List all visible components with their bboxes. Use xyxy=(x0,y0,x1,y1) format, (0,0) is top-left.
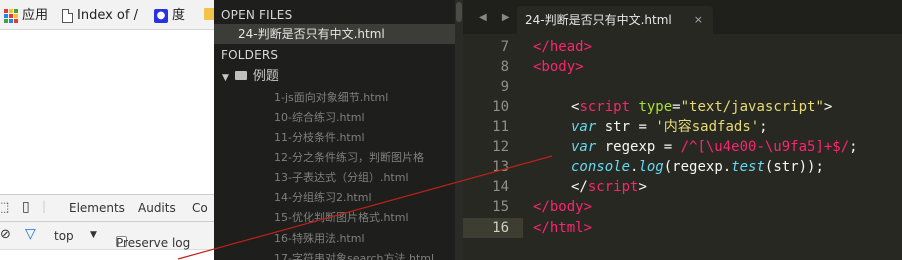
line-number: 15 xyxy=(492,199,509,215)
bookmark-index-label: Index of / xyxy=(77,8,138,23)
code-token: script xyxy=(587,179,639,195)
code-token: script xyxy=(579,99,631,115)
bookmark-folder-icon[interactable] xyxy=(204,8,214,20)
code-line: </body> xyxy=(533,197,592,217)
line-number: 8 xyxy=(500,59,509,75)
triangle-down-icon: ▼ xyxy=(222,73,229,83)
filter-icon[interactable]: ▽ xyxy=(25,226,36,242)
apps-grid-icon xyxy=(4,8,18,23)
code-token: </html> xyxy=(533,220,593,236)
line-number: 14 xyxy=(492,179,509,195)
file-item[interactable]: 1-js面向对象细节.html xyxy=(274,89,463,105)
code-token: ; xyxy=(759,119,768,135)
line-number: 7 xyxy=(500,39,509,55)
console-toolbar: ⊘ ▽ top ▼ Preserve log xyxy=(0,222,214,250)
close-icon[interactable]: × xyxy=(694,6,703,34)
code-token: type xyxy=(638,99,673,115)
bookmark-apps-label: 应用 xyxy=(22,8,49,23)
code-token: <body> xyxy=(533,59,584,75)
file-item[interactable]: 11-分枝条件.html xyxy=(274,129,463,145)
code-token: regexp = xyxy=(596,139,681,155)
line-number: 9 xyxy=(500,79,509,95)
code-token: (regexp. xyxy=(663,159,732,175)
code-line: </script> xyxy=(571,177,647,197)
open-file-item[interactable]: 24-判断是否只有中文.html xyxy=(214,24,455,44)
tab-console[interactable]: Co xyxy=(192,201,208,215)
tab-elements[interactable]: Elements xyxy=(69,201,125,215)
code-editor[interactable]: ◀ ▶ 24-判断是否只有中文.html × 7 8 9 10 11 12 13… xyxy=(463,0,902,260)
line-number: 11 xyxy=(492,119,509,135)
preserve-log-label: Preserve log xyxy=(116,236,191,250)
editor-tab-title: 24-判断是否只有中文.html xyxy=(525,13,672,27)
bookmark-baidu-label: 度 xyxy=(172,8,186,23)
folder-label: 例题 xyxy=(252,69,279,84)
console-input[interactable] xyxy=(0,250,214,260)
line-number: 13 xyxy=(492,159,509,175)
code-token: test xyxy=(731,159,765,175)
tab-nav-arrows-icon[interactable]: ◀ ▶ xyxy=(479,12,516,23)
inspect-element-icon[interactable]: ⬚ xyxy=(0,200,9,215)
file-item[interactable]: 12-分之条件练习，判断图片格 xyxy=(274,149,463,165)
tab-audits[interactable]: Audits xyxy=(138,201,176,215)
folder-icon xyxy=(234,71,247,80)
code-token: /^[\u4e00-\u9fa5]+$/ xyxy=(680,139,850,155)
code-token: console xyxy=(571,159,631,175)
code-token: log xyxy=(638,159,664,175)
code-token: '内容sadfads' xyxy=(655,119,760,135)
line-number-current: 16 xyxy=(492,220,509,236)
devtools-divider: | xyxy=(42,199,47,213)
code-token: = xyxy=(672,99,681,115)
clear-console-icon[interactable]: ⊘ xyxy=(0,227,11,242)
code-line: </head> xyxy=(533,37,592,57)
line-number: 10 xyxy=(492,99,509,115)
scrollbar-thumb[interactable] xyxy=(456,2,462,22)
code-token: > xyxy=(638,179,647,195)
devtools-tabbar: ⬚ ▯ | Elements Audits Co xyxy=(0,194,214,222)
sidebar-scrollbar[interactable] xyxy=(455,0,463,260)
bookmark-apps[interactable]: 应用 xyxy=(4,7,48,25)
code-token: </body> xyxy=(533,199,593,215)
bookmarks-bar: 应用 Index of / ● 度 xyxy=(0,0,214,30)
file-item[interactable]: 10-综合练习.html xyxy=(274,109,463,125)
chevron-down-icon[interactable]: ▼ xyxy=(90,230,97,240)
sidebar: OPEN FILES 24-判断是否只有中文.html FOLDERS ▼ 例题 … xyxy=(214,0,463,260)
file-item[interactable]: 13-子表达式（分组）.html xyxy=(274,169,463,185)
browser-window: 应用 Index of / ● 度 ⬚ ▯ | Elements Audits C… xyxy=(0,0,214,260)
open-files-heading: OPEN FILES xyxy=(221,8,293,22)
file-item[interactable]: 17-字符串对象search方法.html xyxy=(274,250,463,260)
baidu-paw-icon: ● xyxy=(154,8,168,23)
code-line-current: </html> xyxy=(533,218,592,238)
code-line: <body> xyxy=(533,57,584,77)
code-token: var xyxy=(571,139,597,155)
code-line: var regexp = /^[\u4e00-\u9fa5]+$/; xyxy=(571,137,858,157)
code-line: console.log(regexp.test(str)); xyxy=(571,157,824,177)
device-toolbar-icon[interactable]: ▯ xyxy=(22,199,30,215)
page-icon xyxy=(62,8,73,23)
file-item[interactable]: 16-特殊用法.html xyxy=(274,230,463,246)
file-item[interactable]: 15-优化判断图片格式.html xyxy=(274,209,463,225)
folders-heading: FOLDERS xyxy=(221,48,279,62)
file-item[interactable]: 14-分组练习2.html xyxy=(274,189,463,205)
code-token: </ xyxy=(571,179,588,195)
code-token: ; xyxy=(849,139,858,155)
editor-tab[interactable]: 24-判断是否只有中文.html × xyxy=(517,6,713,34)
code-token: "text/javascript" xyxy=(680,99,824,115)
code-token: str = xyxy=(596,119,656,135)
code-line: var str = '内容sadfads'; xyxy=(571,117,768,137)
line-number: 12 xyxy=(492,139,509,155)
code-token: > xyxy=(823,99,833,115)
context-select[interactable]: top xyxy=(54,229,74,243)
code-token: (str)); xyxy=(764,159,824,175)
code-token: </head> xyxy=(533,39,593,55)
editor-tabbar: ◀ ▶ 24-判断是否只有中文.html × xyxy=(463,0,902,34)
folder-item[interactable]: ▼ 例题 xyxy=(222,65,279,84)
bookmark-index[interactable]: Index of / xyxy=(62,7,138,25)
bookmark-baidu[interactable]: ● 度 xyxy=(154,7,185,25)
code-line: <script type="text/javascript"> xyxy=(571,97,832,117)
code-token: var xyxy=(571,119,597,135)
